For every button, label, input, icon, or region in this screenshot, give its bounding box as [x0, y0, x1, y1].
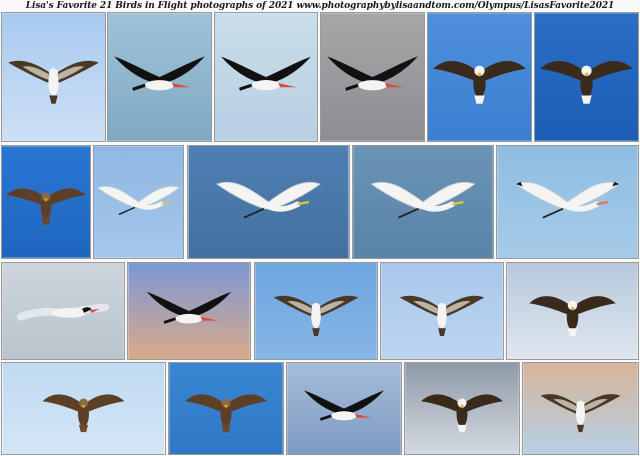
photo-white-ibis [496, 145, 639, 259]
photo-bald-eagle-clouds-image [507, 263, 638, 359]
photo-juvenile-eagle [1, 145, 91, 259]
photo-egret-soaring-image [188, 146, 349, 258]
photo-black-skimmer-gliding-image [215, 13, 317, 141]
photo-egret-wings-up [93, 145, 184, 259]
photo-bald-eagle-clouds [506, 262, 639, 360]
photo-collage: Lisa's Favorite 21 Birds in Flight photo… [0, 0, 640, 456]
photo-black-skimmer-gliding [214, 12, 318, 142]
photo-osprey-with-fish-image [2, 13, 105, 141]
photo-egret-wings-up-image [94, 146, 183, 258]
photo-bald-eagle-deep-blue-image [535, 13, 638, 141]
photo-osprey-wings-up [254, 262, 378, 360]
photo-common-tern-image [2, 263, 124, 359]
photo-black-skimmer-over-water [107, 12, 212, 142]
photo-black-skimmer-landing [320, 12, 425, 142]
photo-bald-eagle-storm-sky [404, 362, 520, 455]
photo-juvenile-eagle-wings-spread-image [2, 363, 165, 454]
photo-skimmer-skimming-image [287, 363, 401, 454]
photo-white-ibis-image [497, 146, 638, 258]
photo-osprey-with-fish [1, 12, 106, 142]
photo-bald-eagle-blue-sky-image [428, 13, 531, 141]
photo-skimmer-over-beach-image [128, 263, 250, 359]
photo-egret-wings-down [352, 145, 494, 259]
photo-osprey-sunset-sky [522, 362, 639, 455]
photo-bald-eagle-storm-sky-image [405, 363, 519, 454]
collage-title: Lisa's Favorite 21 Birds in Flight photo… [25, 1, 615, 11]
photo-juvenile-eagle-image [2, 146, 90, 258]
photo-juvenile-eagle-wings-spread [1, 362, 166, 455]
photo-osprey-wings-up-image [255, 263, 377, 359]
photo-bald-eagle-deep-blue [534, 12, 639, 142]
photo-osprey-banking-image [381, 263, 503, 359]
photo-skimmer-over-beach [127, 262, 251, 360]
photo-black-skimmer-over-water-image [108, 13, 211, 141]
photo-bald-eagle-blue-sky [427, 12, 532, 142]
photo-skimmer-skimming [286, 362, 402, 455]
photo-common-tern [1, 262, 125, 360]
photo-juvenile-eagle-turning [168, 362, 284, 455]
photo-juvenile-eagle-turning-image [169, 363, 283, 454]
photo-egret-soaring [187, 145, 350, 259]
photo-osprey-sunset-sky-image [523, 363, 638, 454]
photo-black-skimmer-landing-image [321, 13, 424, 141]
photo-egret-wings-down-image [353, 146, 493, 258]
photo-osprey-banking [380, 262, 504, 360]
